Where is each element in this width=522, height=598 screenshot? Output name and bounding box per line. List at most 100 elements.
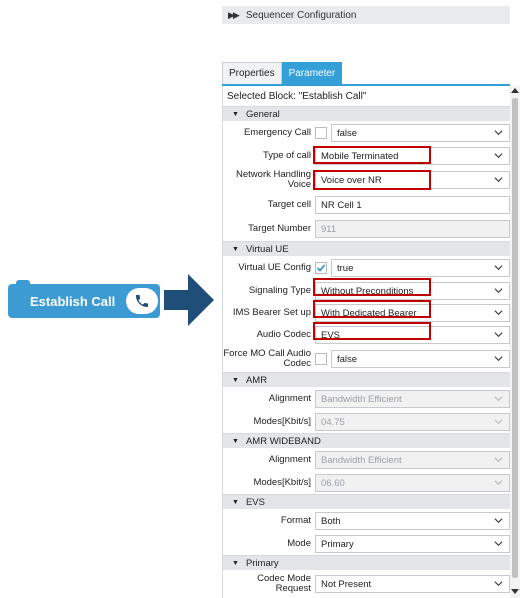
scroll-thumb[interactable] xyxy=(512,98,518,578)
amr-wb-modes-row: Modes[Kbit/s] 06.60 xyxy=(223,472,510,494)
field-label: Emergency Call xyxy=(243,127,311,138)
chevron-down-icon xyxy=(494,396,503,402)
chevron-down-icon xyxy=(494,177,503,183)
virtual-ue-config-checkbox[interactable] xyxy=(315,262,327,274)
section-amr[interactable]: ▼ AMR xyxy=(223,372,510,387)
scroll-up-icon[interactable] xyxy=(511,86,519,96)
block-label: Establish Call xyxy=(30,293,116,309)
double-chevron-icon: ▶▶ xyxy=(228,9,240,20)
network-handling-row: Network Handling Voice Voice over NR xyxy=(223,167,510,193)
section-evs[interactable]: ▼ EVS xyxy=(223,494,510,509)
phone-icon-badge xyxy=(126,288,158,314)
field-label: Type of call xyxy=(262,150,311,161)
checkmark-icon xyxy=(316,264,326,272)
section-general[interactable]: ▼ General xyxy=(223,106,510,121)
codec-mode-request-select[interactable]: Not Present xyxy=(315,575,510,593)
evs-mode-select[interactable]: Primary xyxy=(315,535,510,553)
collapse-triangle-icon: ▼ xyxy=(232,437,239,445)
section-title: Primary xyxy=(245,557,279,569)
evs-format-select[interactable]: Both xyxy=(315,512,510,530)
chevron-down-icon xyxy=(494,288,503,294)
type-of-call-select[interactable]: Mobile Terminated xyxy=(315,147,510,165)
section-primary[interactable]: ▼ Primary xyxy=(223,555,510,570)
network-handling-select[interactable]: Voice over NR xyxy=(315,171,510,189)
collapse-triangle-icon: ▼ xyxy=(232,110,239,118)
collapse-triangle-icon: ▼ xyxy=(232,559,239,567)
input-value: NR Cell 1 xyxy=(321,199,362,211)
virtual-ue-config-select[interactable]: true xyxy=(331,259,510,277)
field-label: Network Handling Voice xyxy=(223,170,315,190)
amr-wb-alignment-row: Alignment Bandwidth Efficient xyxy=(223,448,510,472)
chevron-down-icon xyxy=(494,356,503,362)
field-label: Target Number xyxy=(248,223,311,234)
input-value: 911 xyxy=(321,223,337,235)
signaling-type-row: Signaling Type Without Preconditions xyxy=(223,280,510,302)
select-value: Voice over NR xyxy=(321,174,382,186)
type-of-call-row: Type of call Mobile Terminated xyxy=(223,145,510,167)
field-label: Virtual UE Config xyxy=(238,262,311,273)
evs-format-row: Format Both xyxy=(223,509,510,533)
select-value: Mobile Terminated xyxy=(321,150,399,162)
ims-bearer-select[interactable]: With Dedicated Bearer xyxy=(315,304,510,322)
field-label: Mode xyxy=(287,538,311,549)
select-value: true xyxy=(337,262,354,274)
collapse-triangle-icon: ▼ xyxy=(232,498,239,506)
chevron-down-icon xyxy=(494,518,503,524)
amr-alignment-row: Alignment Bandwidth Efficient xyxy=(223,387,510,411)
virtual-ue-config-row: Virtual UE Config true xyxy=(223,256,510,280)
emergency-call-select[interactable]: false xyxy=(331,124,510,142)
chevron-down-icon xyxy=(494,265,503,271)
amr-modes-row: Modes[Kbit/s] 04.75 xyxy=(223,411,510,433)
select-value: 04.75 xyxy=(321,416,345,428)
section-title: Virtual UE xyxy=(245,243,289,255)
signaling-type-select[interactable]: Without Preconditions xyxy=(315,282,510,300)
field-label: Signaling Type xyxy=(248,285,311,296)
codec-mode-request-row: Codec Mode Request Not Present xyxy=(223,570,510,598)
section-amr-wideband[interactable]: ▼ AMR WIDEBAND xyxy=(223,433,510,448)
select-value: false xyxy=(337,353,358,365)
section-title: AMR xyxy=(245,374,268,386)
select-value: Both xyxy=(321,515,341,527)
select-value: false xyxy=(337,127,358,139)
force-mo-codec-checkbox[interactable] xyxy=(315,353,327,365)
force-mo-codec-select[interactable]: false xyxy=(331,350,510,368)
amr-wb-modes-select: 06.60 xyxy=(315,474,510,492)
section-title: AMR WIDEBAND xyxy=(245,435,321,447)
chevron-down-icon xyxy=(494,541,503,547)
phone-icon xyxy=(136,295,148,307)
field-label: Force MO Call Audio Codec xyxy=(223,349,315,369)
force-mo-codec-row: Force MO Call Audio Codec false xyxy=(223,346,510,372)
scroll-down-icon[interactable] xyxy=(511,586,519,596)
arrow-right-icon xyxy=(164,274,214,326)
block-notch xyxy=(16,280,30,286)
establish-call-block[interactable]: Establish Call xyxy=(8,280,160,318)
label-line: Request xyxy=(275,583,311,594)
select-value: Without Preconditions xyxy=(321,285,414,297)
select-value: Bandwidth Efficient xyxy=(321,454,402,466)
audio-codec-select[interactable]: EVS xyxy=(315,326,510,344)
section-virtual-ue[interactable]: ▼ Virtual UE xyxy=(223,241,510,256)
field-label: Alignment xyxy=(268,393,311,404)
tab-parameter[interactable]: Parameter xyxy=(281,62,343,84)
vertical-scrollbar[interactable] xyxy=(510,86,520,598)
audio-codec-row: Audio Codec EVS xyxy=(223,324,510,346)
chevron-down-icon xyxy=(494,332,503,338)
field-label: Alignment xyxy=(268,454,311,465)
target-cell-input[interactable]: NR Cell 1 xyxy=(315,196,510,214)
ims-bearer-row: IMS Bearer Set up With Dedicated Bearer xyxy=(223,302,510,324)
tab-properties[interactable]: Properties xyxy=(222,62,282,84)
chevron-down-icon xyxy=(494,310,503,316)
select-value: Bandwidth Efficient xyxy=(321,393,402,405)
sequencer-header[interactable]: ▶▶ Sequencer Configuration xyxy=(222,6,510,24)
chevron-down-icon xyxy=(494,153,503,159)
select-value: EVS xyxy=(321,329,341,341)
select-value: With Dedicated Bearer xyxy=(321,307,417,319)
field-label: IMS Bearer Set up xyxy=(232,307,311,318)
section-title: General xyxy=(245,108,280,120)
emergency-call-checkbox[interactable] xyxy=(315,127,327,139)
collapse-triangle-icon: ▼ xyxy=(232,245,239,253)
sequencer-title: Sequencer Configuration xyxy=(245,9,357,21)
amr-alignment-select: Bandwidth Efficient xyxy=(315,390,510,408)
chevron-down-icon xyxy=(494,419,503,425)
chevron-down-icon xyxy=(494,457,503,463)
